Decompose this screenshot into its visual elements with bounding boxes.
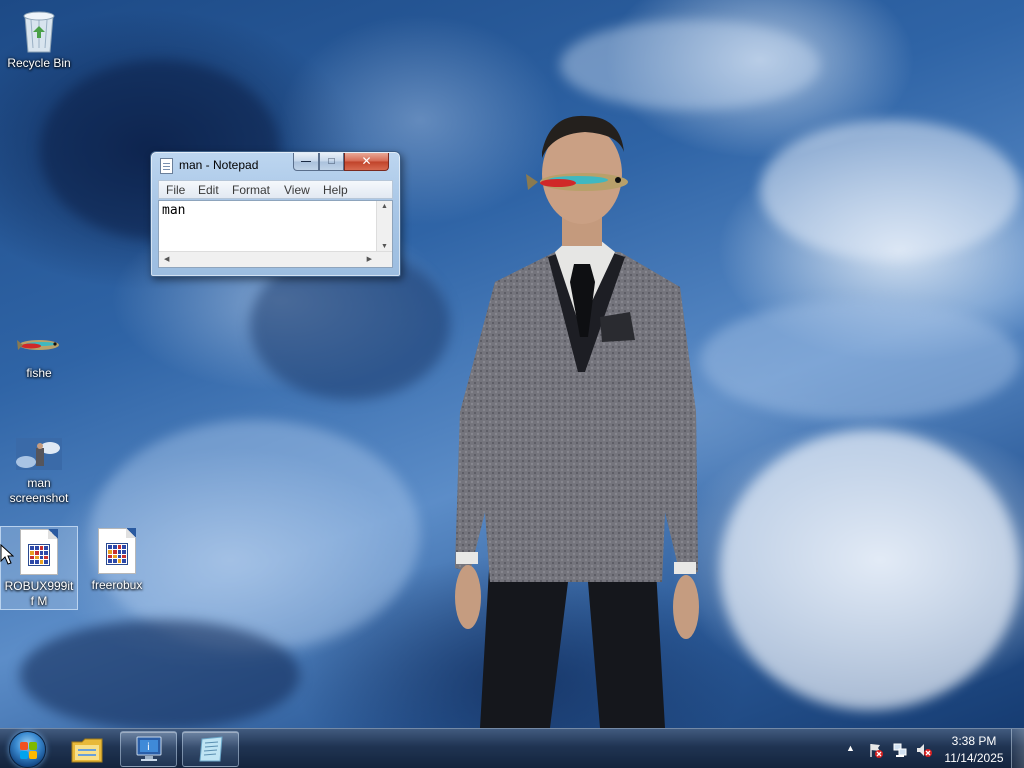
document-icon: [20, 529, 58, 575]
close-button[interactable]: ✕: [344, 153, 389, 171]
scroll-down-arrow-icon[interactable]: ▼: [381, 243, 388, 250]
notepad-title: man - Notepad: [179, 158, 259, 172]
flag-red: [20, 742, 28, 750]
minimize-button[interactable]: —: [293, 153, 319, 171]
menu-view[interactable]: View: [284, 183, 310, 197]
desktop-icon-recycle-bin[interactable]: Recycle Bin: [0, 6, 78, 71]
clock-date[interactable]: 11/14/2025: [940, 751, 1008, 765]
notepad-content[interactable]: man: [162, 203, 185, 218]
wallpaper-cloud: [760, 120, 1020, 260]
man-in-suit-image: [455, 115, 699, 728]
menu-edit[interactable]: Edit: [198, 183, 219, 197]
start-button[interactable]: [4, 730, 50, 768]
wallpaper-cloud: [560, 20, 820, 110]
taskbar-notepad-button[interactable]: [182, 731, 239, 767]
desktop-icon-robux999itfm[interactable]: ROBUX999itf M: [0, 526, 78, 610]
mouse-pointer-icon: [0, 544, 14, 565]
wallpaper-cloud: [20, 620, 300, 728]
horizontal-scrollbar[interactable]: ◀ ▶: [159, 251, 392, 267]
svg-text:i: i: [147, 742, 150, 753]
document-icon-grid: [28, 544, 50, 566]
vertical-scrollbar[interactable]: ▲ ▼: [376, 201, 392, 252]
scroll-right-arrow-icon[interactable]: ▶: [367, 255, 372, 263]
taskbar-explorer-button[interactable]: [58, 731, 115, 767]
notepad-text-area[interactable]: man ▲ ▼ ◀ ▶: [158, 200, 393, 268]
menu-file[interactable]: File: [166, 183, 185, 197]
desktop-wallpaper[interactable]: Recycle Bin fishe man screenshot ROBUX99…: [0, 0, 1024, 728]
desktop-icon-fishe[interactable]: fishe: [0, 336, 78, 381]
network-icon[interactable]: [892, 742, 908, 758]
notepad-icon: [199, 736, 223, 762]
folder-icon: [71, 738, 103, 763]
show-desktop-button[interactable]: [1011, 729, 1024, 768]
flag-green: [29, 742, 37, 750]
notepad-window[interactable]: man - Notepad — □ ✕ File Edit Format Vie…: [150, 151, 401, 277]
desktop-icon-label: ROBUX999itf M: [4, 579, 74, 608]
notepad-menubar: File Edit Format View Help: [158, 180, 393, 199]
wallpaper-cloud: [700, 300, 1020, 420]
clock-time[interactable]: 3:38 PM: [944, 734, 1004, 748]
recycle-bin-icon: [23, 11, 55, 53]
scroll-left-arrow-icon[interactable]: ◀: [164, 255, 169, 263]
desktop-icon-freerobux[interactable]: freerobux: [78, 526, 156, 593]
show-hidden-icons-arrow-icon[interactable]: ▲: [846, 743, 862, 759]
image-thumbnail-icon: [16, 438, 62, 470]
flag-yellow: [29, 751, 37, 759]
notepad-titlebar[interactable]: man - Notepad — □ ✕: [151, 152, 400, 178]
document-icon: [98, 528, 136, 574]
volume-muted-icon[interactable]: [916, 742, 932, 758]
flag-blue: [20, 751, 28, 759]
desktop-icon-label: freerobux: [91, 578, 143, 592]
fish-image-icon: [17, 340, 59, 350]
taskbar-computer-button[interactable]: i: [120, 731, 177, 767]
desktop-icon-man-screenshot[interactable]: man screenshot: [0, 438, 78, 506]
monitor-icon: i: [136, 736, 162, 761]
document-icon-grid: [106, 543, 128, 565]
menu-format[interactable]: Format: [232, 183, 270, 197]
notepad-app-icon[interactable]: [160, 158, 173, 174]
maximize-button[interactable]: □: [319, 153, 344, 171]
desktop-icon-label: man screenshot: [9, 476, 69, 505]
desktop-icon-label: fishe: [26, 366, 52, 380]
desktop-icon-label: Recycle Bin: [7, 56, 71, 70]
menu-help[interactable]: Help: [323, 183, 348, 197]
scroll-up-arrow-icon[interactable]: ▲: [381, 203, 388, 210]
taskbar: i ▲ 3:38 PM 11/14/2025: [0, 728, 1024, 768]
wallpaper-cloud: [720, 430, 1020, 710]
windows-start-orb-icon: [9, 731, 46, 768]
action-center-flag-icon[interactable]: [868, 742, 884, 758]
